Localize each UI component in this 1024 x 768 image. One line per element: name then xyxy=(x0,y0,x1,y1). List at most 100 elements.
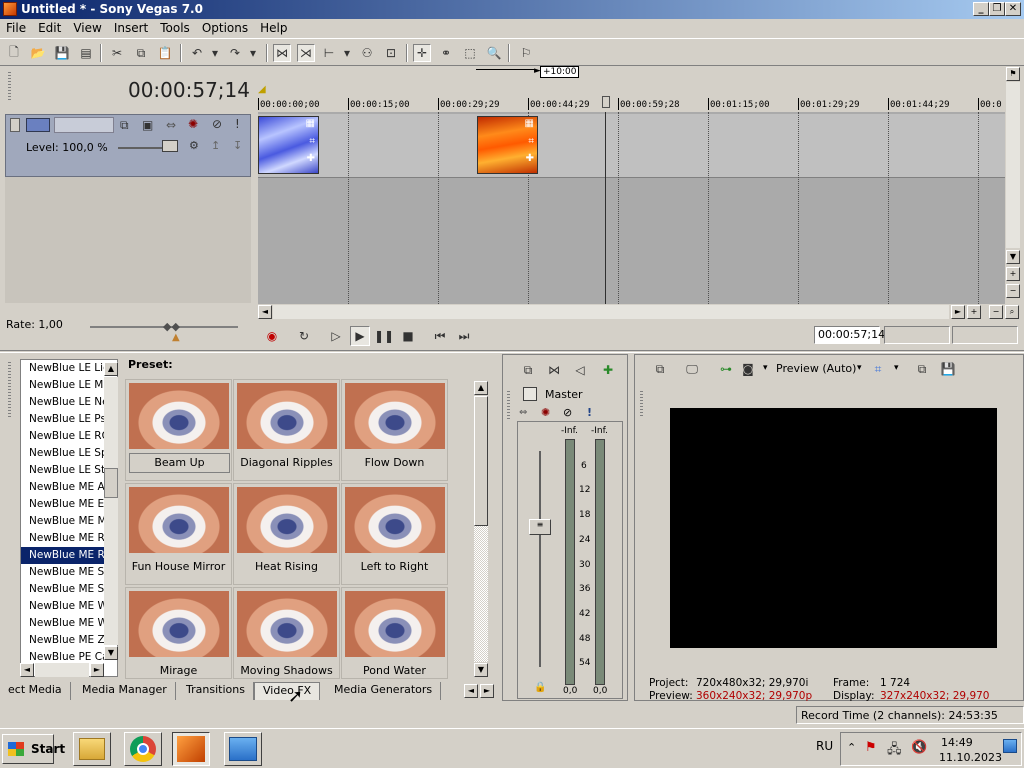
list-item[interactable]: NewBlue ME Ea xyxy=(21,496,117,513)
track-motion-icon[interactable]: ⇔ xyxy=(166,118,176,132)
tab-media-manager[interactable]: Media Manager xyxy=(74,682,176,700)
scroll-left-icon[interactable]: ◄ xyxy=(258,305,272,319)
stop-icon[interactable]: ■ xyxy=(398,326,418,346)
taskbar-chrome[interactable] xyxy=(124,732,162,766)
mute-icon[interactable]: ⊘ xyxy=(212,117,222,131)
timeline-vscroll[interactable] xyxy=(1006,82,1020,248)
list-item[interactable]: NewBlue LE RG xyxy=(21,428,117,445)
panel-grip[interactable] xyxy=(8,72,11,102)
bus-fx-icon[interactable]: ✺ xyxy=(541,406,550,419)
normal-edit-tool-icon[interactable]: ✛ xyxy=(413,44,431,62)
panel-divider[interactable] xyxy=(0,350,1024,353)
fx-list-vscroll[interactable] xyxy=(104,377,118,645)
zoom-in-vertical-icon[interactable]: + xyxy=(1006,267,1020,281)
marker-flag-icon[interactable]: ⚑ xyxy=(1006,67,1020,81)
mixer-properties-icon[interactable]: ⧉ xyxy=(519,361,537,379)
selection-start-field[interactable] xyxy=(884,326,950,344)
zoom-in-icon[interactable]: + xyxy=(967,305,981,319)
preset-item[interactable]: Flow Down xyxy=(341,379,448,481)
cursor-position-field[interactable]: 00:00:57;14 xyxy=(814,326,885,344)
list-item[interactable]: NewBlue ME Sp xyxy=(21,581,117,598)
preset-scroll-up-icon[interactable]: ▲ xyxy=(474,381,488,395)
list-scroll-right-icon[interactable]: ► xyxy=(90,663,104,677)
clock-time[interactable]: 14:49 xyxy=(941,736,973,749)
redo-icon[interactable]: ↷ xyxy=(226,44,244,62)
composite-mode-icon[interactable]: ⧉ xyxy=(120,118,129,133)
menu-edit[interactable]: Edit xyxy=(32,19,67,35)
panel-grip[interactable] xyxy=(507,391,510,421)
restore-button[interactable]: ❐ xyxy=(989,2,1005,16)
show-hidden-icons-icon[interactable]: ⌃ xyxy=(847,741,856,754)
properties-icon[interactable]: ▤ xyxy=(77,44,95,62)
list-item[interactable]: NewBlue LE Nei xyxy=(21,394,117,411)
preset-scroll-down-icon[interactable]: ▼ xyxy=(474,663,488,677)
track-name-input[interactable] xyxy=(54,117,114,133)
preview-quality-dropdown[interactable]: Preview (Auto) xyxy=(776,362,856,375)
scroll-down-icon[interactable]: ▼ xyxy=(1006,250,1020,264)
panel-grip[interactable] xyxy=(640,391,643,417)
menu-file[interactable]: File xyxy=(0,19,32,35)
paste-icon[interactable]: 📋 xyxy=(156,44,174,62)
start-button[interactable]: Start xyxy=(2,734,65,764)
copy-snapshot-icon[interactable]: ⧉ xyxy=(913,360,931,378)
list-item[interactable]: NewBlue LE Sta xyxy=(21,462,117,479)
downmix-icon[interactable]: ◁ xyxy=(571,361,589,379)
ripple-dropdown-icon[interactable]: ▾ xyxy=(338,44,356,62)
taskbar-vegas[interactable] xyxy=(172,732,210,766)
clip-crop-icon[interactable]: ⌗ xyxy=(528,136,534,147)
selection-tool-icon[interactable]: ⬚ xyxy=(461,44,479,62)
list-item[interactable]: NewBlue LE Psy xyxy=(21,411,117,428)
preset-scroll-thumb[interactable] xyxy=(474,396,488,526)
preset-item[interactable]: Left to Right xyxy=(341,483,448,585)
pause-icon[interactable]: ❚❚ xyxy=(374,326,394,346)
list-scroll-left-icon[interactable]: ◄ xyxy=(20,663,34,677)
video-track-lane[interactable] xyxy=(258,114,1005,178)
list-scroll-down-icon[interactable]: ▼ xyxy=(104,646,118,660)
video-clip[interactable]: ▦ ⌗ ✚ xyxy=(477,116,538,174)
fx-list-scroll-thumb[interactable] xyxy=(104,468,118,498)
loop-playback-icon[interactable]: ↻ xyxy=(294,326,314,346)
clip-crop-icon[interactable]: ⌗ xyxy=(309,136,315,147)
split-dropdown-icon[interactable]: ▾ xyxy=(763,363,768,373)
save-icon[interactable]: 💾 xyxy=(53,44,71,62)
preset-item[interactable]: Diagonal Ripples xyxy=(233,379,340,481)
menu-view[interactable]: View xyxy=(67,19,107,35)
fader-lock-icon[interactable]: 🔒 xyxy=(534,682,546,693)
level-slider-thumb[interactable] xyxy=(162,140,178,152)
tabs-scroll-right-icon[interactable]: ► xyxy=(480,684,494,698)
clip-pan-crop-icon[interactable]: ▦ xyxy=(306,118,315,129)
play-from-start-icon[interactable]: ▷ xyxy=(326,326,346,346)
cut-icon[interactable]: ✂ xyxy=(108,44,126,62)
list-item[interactable]: NewBlue LE Light xyxy=(21,360,117,377)
preset-item[interactable]: Heat Rising xyxy=(233,483,340,585)
menu-options[interactable]: Options xyxy=(196,19,254,35)
list-item[interactable]: NewBlue ME Wi xyxy=(21,615,117,632)
taskbar-control-panel[interactable] xyxy=(224,732,262,766)
ripple-edit-icon[interactable]: ⊢ xyxy=(320,44,338,62)
save-snapshot-icon[interactable]: 💾 xyxy=(939,360,957,378)
video-track-header[interactable]: ⧉ ▣ ⇔ ✺ ⊘ ! Level: 100,0 % ⚙ ↥ ↧ xyxy=(5,114,251,177)
move-track-down-icon[interactable]: ↧ xyxy=(233,139,242,152)
panel-grip[interactable] xyxy=(8,362,11,418)
open-folder-icon[interactable]: 📂 xyxy=(29,44,47,62)
bus-solo-icon[interactable]: ! xyxy=(587,406,592,419)
action-center-icon[interactable]: ⚑ xyxy=(865,740,877,755)
preset-item[interactable]: Mirage xyxy=(125,587,232,679)
fader-thumb[interactable]: ≡ xyxy=(529,519,551,535)
track-fx-chain-icon[interactable]: ⚙ xyxy=(189,139,199,152)
timeline-hscroll[interactable] xyxy=(273,305,949,319)
clip-fx-icon[interactable]: ✚ xyxy=(307,153,315,164)
list-item[interactable]: NewBlue ME Sh xyxy=(21,564,117,581)
zoom-out-vertical-icon[interactable]: − xyxy=(1006,284,1020,298)
list-item[interactable]: NewBlue ME Ac xyxy=(21,479,117,496)
preset-item[interactable]: Pond Water xyxy=(341,587,448,679)
menu-insert[interactable]: Insert xyxy=(108,19,154,35)
ignore-grouping-icon[interactable]: ⊡ xyxy=(382,44,400,62)
playhead-handle[interactable] xyxy=(602,96,610,108)
preset-item[interactable]: Moving Shadows xyxy=(233,587,340,679)
show-desktop-icon[interactable] xyxy=(1003,739,1017,753)
timeline-ruler[interactable]: ► +10:00 ◢ 00:00:00;00 00:00:15;00 00:00… xyxy=(258,66,1005,112)
lock-envelopes-icon[interactable]: ⚇ xyxy=(358,44,376,62)
tabs-scroll-left-icon[interactable]: ◄ xyxy=(464,684,478,698)
video-output-fx-icon[interactable]: ⊶ xyxy=(717,360,735,378)
